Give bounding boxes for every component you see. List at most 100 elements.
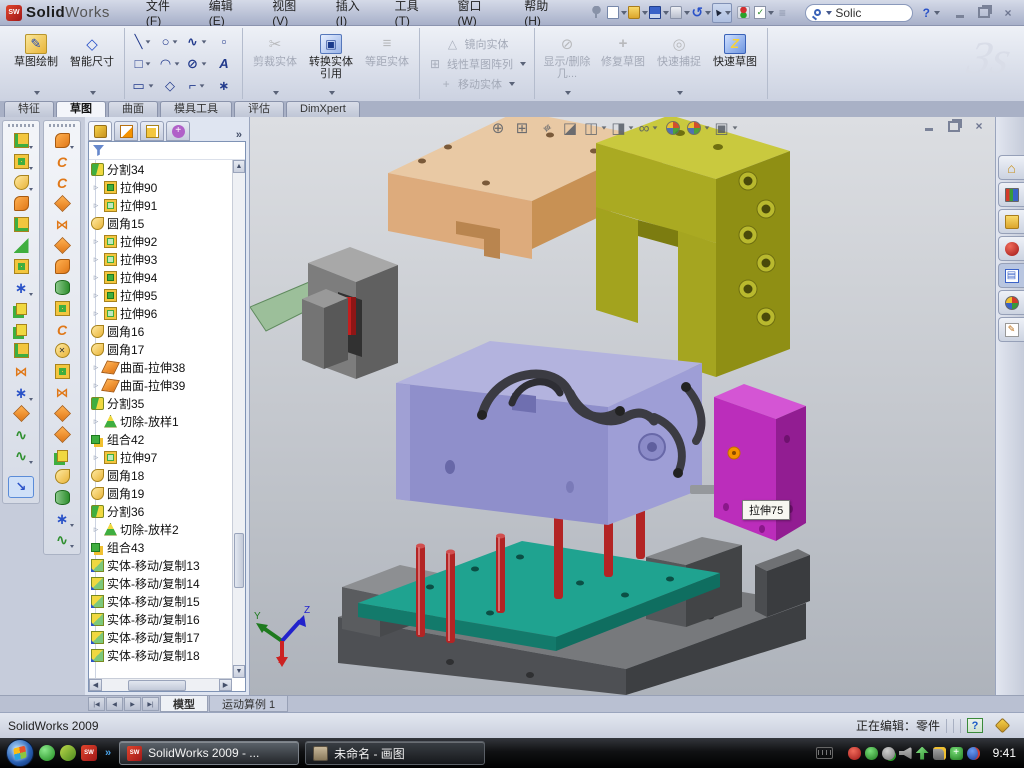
- toolbar-icon[interactable]: [586, 3, 606, 23]
- tool-button[interactable]: [11, 152, 31, 171]
- tool-button[interactable]: [52, 446, 72, 465]
- toolbar-drag-handle[interactable]: [8, 124, 34, 127]
- model-3d-view[interactable]: [250, 117, 995, 695]
- tree-item[interactable]: ▹ 拉伸94: [89, 268, 232, 286]
- tool-button[interactable]: [11, 278, 31, 297]
- task-pane-tab[interactable]: [998, 263, 1024, 288]
- dropdown-caret-icon[interactable]: [29, 398, 33, 401]
- tree-item[interactable]: ▹ 拉伸97: [89, 448, 232, 466]
- dropdown-caret-icon[interactable]: [174, 62, 179, 65]
- dropdown-caret-icon[interactable]: [629, 126, 634, 129]
- tab-nav-button[interactable]: |◀: [88, 697, 105, 711]
- ribbon-stack-button[interactable]: +移动实体: [439, 76, 515, 92]
- dropdown-caret-icon[interactable]: [70, 146, 74, 149]
- expand-arrow-icon[interactable]: ▹: [91, 524, 101, 535]
- expand-arrow-icon[interactable]: ▹: [91, 182, 101, 193]
- dropdown-caret-icon[interactable]: [90, 91, 96, 95]
- tree-item[interactable]: ▹ 组合43: [89, 538, 232, 556]
- tool-button[interactable]: [52, 425, 72, 444]
- expand-arrow-icon[interactable]: ▹: [91, 254, 101, 265]
- tree-item[interactable]: ▹ 拉伸90: [89, 178, 232, 196]
- tree-item[interactable]: ▹ 实体-移动/复制17: [89, 628, 232, 646]
- sketch-entity-button[interactable]: ◇: [157, 78, 183, 94]
- search-dropdown-icon[interactable]: [826, 11, 832, 15]
- dropdown-caret-icon[interactable]: [732, 126, 737, 129]
- taskbar-window-button[interactable]: 未命名 - 画图: [305, 741, 485, 765]
- dropdown-caret-icon[interactable]: [565, 91, 571, 95]
- scroll-up-icon[interactable]: ▲: [233, 160, 245, 173]
- tree-item[interactable]: ▹ 拉伸96: [89, 304, 232, 322]
- tree-item[interactable]: ▹ 圆角15: [89, 214, 232, 232]
- tool-button[interactable]: [52, 341, 72, 360]
- dropdown-caret-icon[interactable]: [653, 126, 658, 129]
- view-tool-icon[interactable]: ∞: [638, 118, 658, 138]
- tool-button[interactable]: [52, 236, 72, 255]
- tab-nav-button[interactable]: ◀: [106, 697, 123, 711]
- tool-button[interactable]: [52, 131, 72, 150]
- tree-item[interactable]: ▹ 拉伸93: [89, 250, 232, 268]
- ribbon-stack-button[interactable]: △镜向实体: [446, 36, 509, 52]
- scroll-down-icon[interactable]: ▼: [233, 665, 245, 678]
- tool-button[interactable]: [52, 509, 72, 528]
- toolbar-expand-icon[interactable]: »: [105, 747, 111, 759]
- tree-item[interactable]: ▹ 拉伸95: [89, 286, 232, 304]
- tree-item[interactable]: ▹ 分割36: [89, 502, 232, 520]
- tool-button[interactable]: [11, 383, 31, 402]
- dropdown-caret-icon[interactable]: [509, 82, 515, 86]
- sketch-entity-button[interactable]: A: [211, 56, 237, 71]
- toolbar-icon[interactable]: [712, 3, 732, 23]
- tray-icon[interactable]: [882, 747, 895, 760]
- tool-button[interactable]: [52, 404, 72, 423]
- help-dropdown-icon[interactable]: [934, 11, 940, 15]
- tool-button[interactable]: [11, 236, 31, 255]
- expand-arrow-icon[interactable]: ▹: [91, 236, 101, 247]
- task-pane-tab[interactable]: [998, 236, 1024, 261]
- tool-button[interactable]: [52, 320, 72, 339]
- tool-button[interactable]: [11, 404, 31, 423]
- scroll-thumb[interactable]: [128, 680, 186, 691]
- close-button[interactable]: ×: [1000, 6, 1016, 20]
- tool-button[interactable]: [11, 173, 31, 192]
- tool-button[interactable]: [52, 362, 72, 381]
- tree-item[interactable]: ▹ 实体-移动/复制16: [89, 610, 232, 628]
- tray-icon[interactable]: [916, 747, 929, 760]
- sketch-entity-button[interactable]: ◠: [157, 56, 183, 72]
- task-pane-tab[interactable]: [998, 290, 1024, 315]
- command-tab[interactable]: 曲面: [108, 101, 158, 117]
- toolbar-icon[interactable]: [670, 3, 690, 23]
- ribbon-button[interactable]: 转换实体引用: [304, 30, 358, 98]
- tool-button[interactable]: [11, 341, 31, 360]
- tool-button[interactable]: [52, 194, 72, 213]
- ribbon-button[interactable]: 显示/删除几...: [540, 30, 594, 98]
- help-button[interactable]: ?: [923, 6, 930, 20]
- search-box[interactable]: Solic: [805, 4, 912, 22]
- tree-item[interactable]: ▹ 曲面-拉伸39: [89, 376, 232, 394]
- sketch-entity-button[interactable]: ▫: [211, 34, 237, 49]
- tool-button[interactable]: [52, 215, 72, 234]
- tray-icon[interactable]: [950, 747, 963, 760]
- tool-button[interactable]: [11, 257, 31, 276]
- dropdown-caret-icon[interactable]: [677, 91, 683, 95]
- tool-button[interactable]: [11, 131, 31, 150]
- panel-tab[interactable]: [88, 121, 112, 141]
- ribbon-button[interactable]: 等距实体: [360, 30, 414, 98]
- tool-button[interactable]: [52, 278, 72, 297]
- expand-arrow-icon[interactable]: ▹: [91, 308, 101, 319]
- minimize-button[interactable]: [952, 6, 968, 20]
- doc-restore-button[interactable]: [946, 119, 962, 133]
- view-tool-icon[interactable]: ◨: [611, 118, 634, 138]
- dropdown-caret-icon[interactable]: [520, 62, 526, 66]
- horizontal-scrollbar[interactable]: ◀ ▶: [89, 678, 232, 691]
- tool-button[interactable]: [8, 476, 34, 498]
- ribbon-button[interactable]: 智能尺寸: [65, 30, 119, 98]
- dropdown-caret-icon[interactable]: [602, 126, 607, 129]
- tree-item[interactable]: ▹ 实体-移动/复制18: [89, 646, 232, 664]
- search-input[interactable]: Solic: [835, 6, 861, 20]
- sketch-entity-button[interactable]: ⊘: [184, 56, 210, 72]
- tree-item[interactable]: ▹ 圆角17: [89, 340, 232, 358]
- expand-arrow-icon[interactable]: ▹: [91, 452, 101, 463]
- doc-close-button[interactable]: ×: [971, 119, 987, 133]
- restore-button[interactable]: [976, 6, 992, 20]
- ribbon-button[interactable]: 快速捕捉: [652, 30, 706, 98]
- tree-item[interactable]: ▹ 圆角19: [89, 484, 232, 502]
